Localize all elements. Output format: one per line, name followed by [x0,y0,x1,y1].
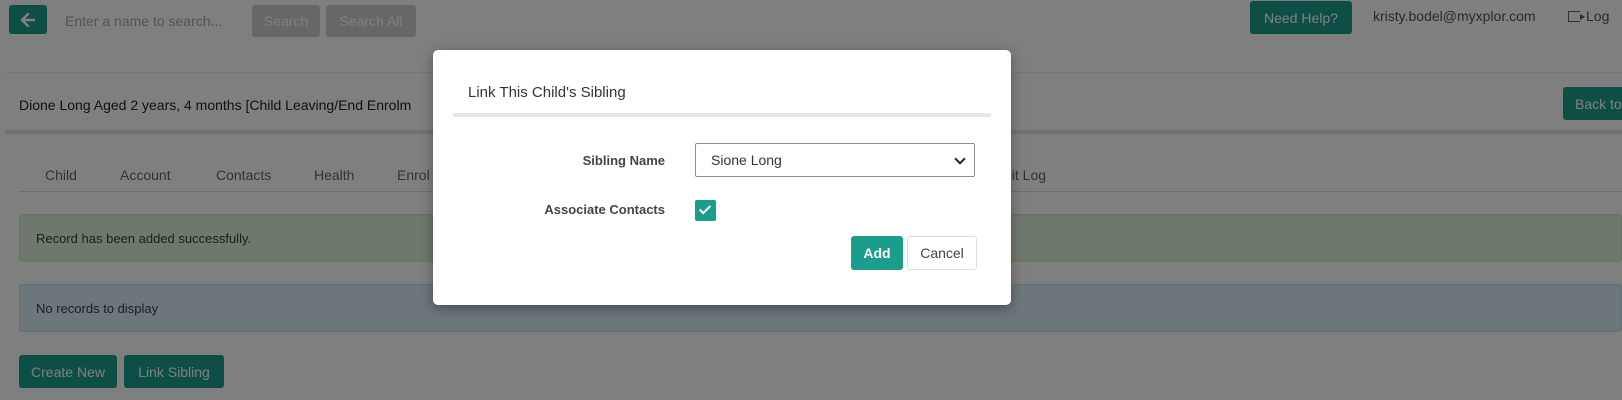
link-sibling-modal: Link This Child's Sibling Sibling Name S… [433,50,1011,305]
sibling-name-label: Sibling Name [582,153,665,168]
modal-divider [453,113,991,117]
checkmark-icon [698,202,712,215]
sibling-name-select[interactable]: Sione Long [695,143,975,177]
sibling-name-value: Sione Long [711,152,782,168]
chevron-down-icon [954,153,966,165]
associate-contacts-label: Associate Contacts [544,202,665,217]
cancel-button[interactable]: Cancel [907,236,977,270]
modal-title: Link This Child's Sibling [468,84,626,101]
add-button[interactable]: Add [851,236,903,270]
associate-contacts-checkbox[interactable] [695,200,716,221]
